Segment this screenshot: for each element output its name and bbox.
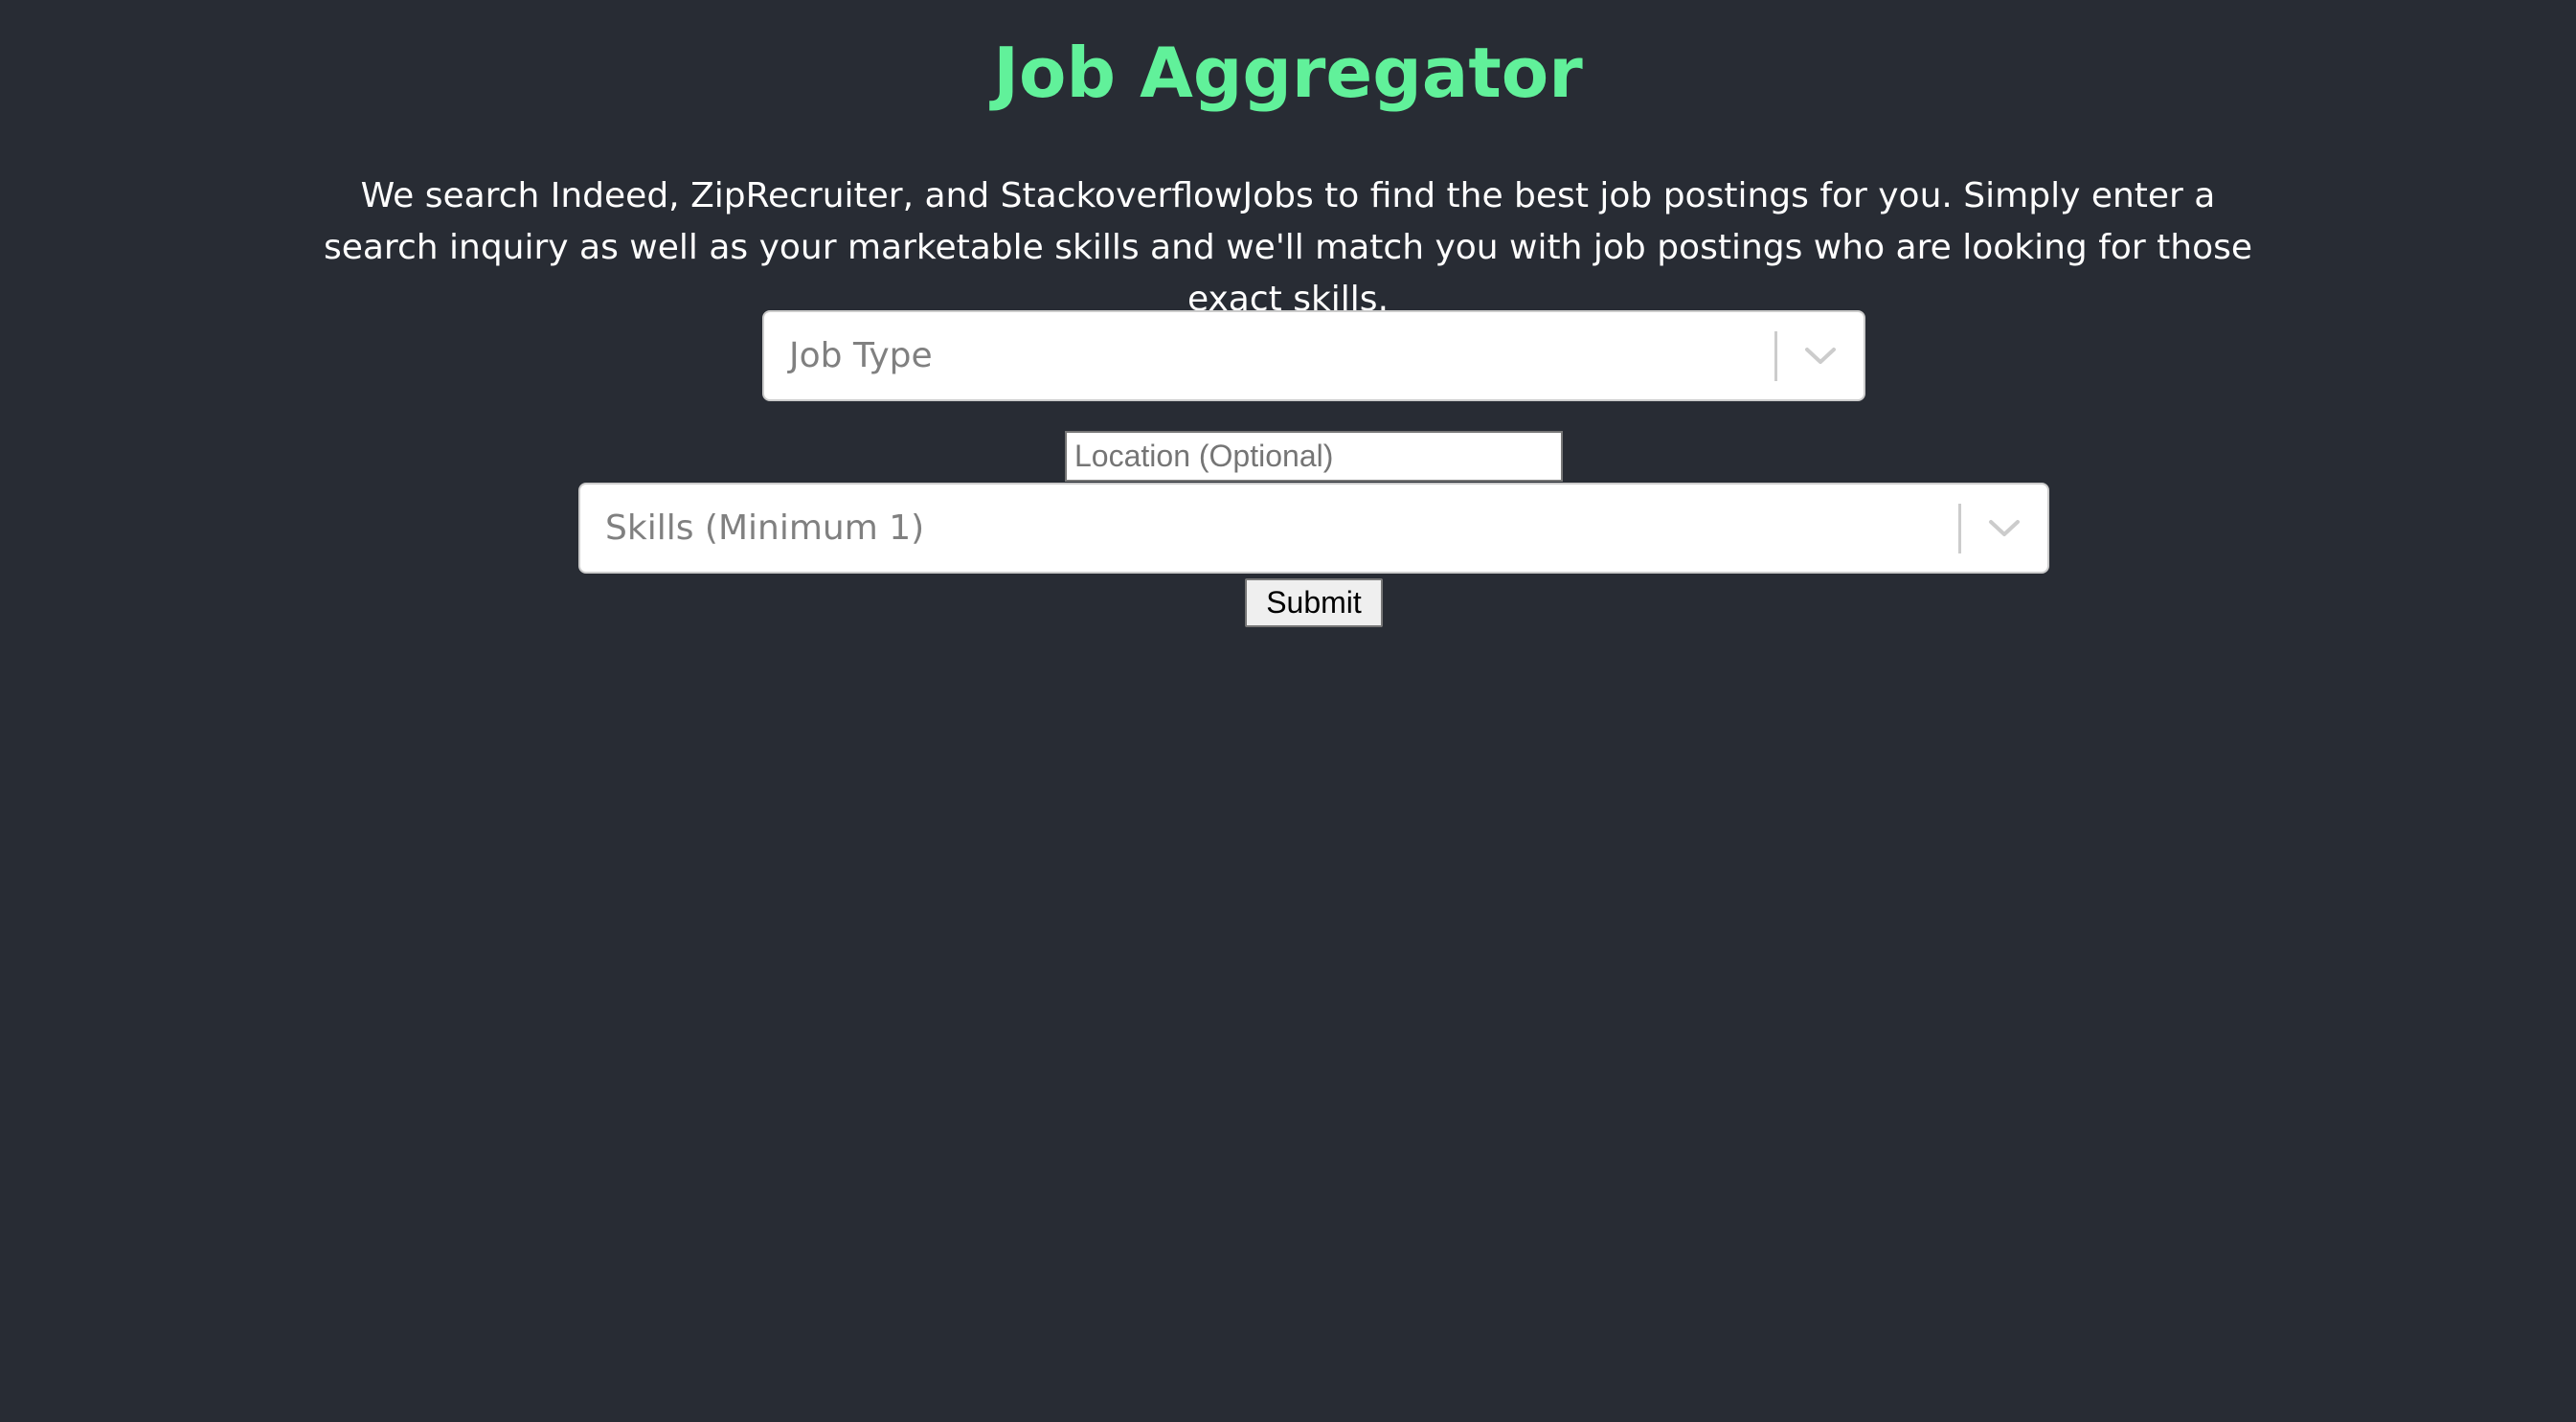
submit-button[interactable]: Submit [1245,578,1383,627]
page-title: Job Aggregator [993,33,1583,113]
chevron-down-icon[interactable] [1961,485,2047,572]
skills-select[interactable]: Skills (Minimum 1) [578,483,2049,574]
skills-placeholder: Skills (Minimum 1) [605,508,925,548]
location-input[interactable] [1065,431,1563,482]
chevron-down-icon[interactable] [1777,312,1864,399]
job-type-placeholder: Job Type [789,336,933,375]
intro-description: We search Indeed, ZipRecruiter, and Stac… [323,176,2253,319]
job-type-select[interactable]: Job Type [762,310,1865,401]
